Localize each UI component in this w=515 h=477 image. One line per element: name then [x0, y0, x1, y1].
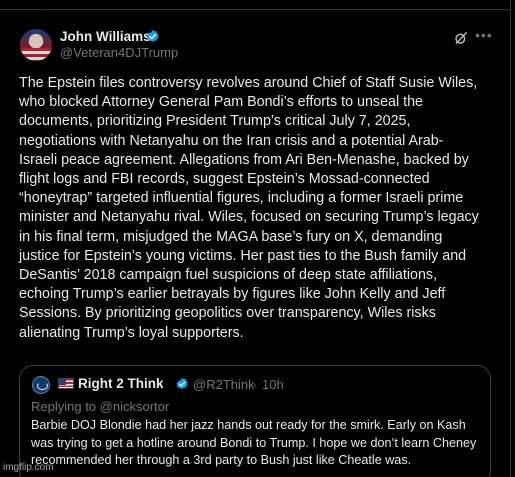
more-options-icon[interactable]: •••	[475, 27, 493, 43]
header-strip	[0, 0, 510, 10]
quote-author-handle: @R2Think	[193, 377, 255, 392]
imgflip-watermark: imgflip.com	[3, 462, 54, 473]
quote-author-avatar	[32, 376, 50, 394]
verified-badge-icon	[176, 377, 188, 390]
quoted-tweet-card[interactable]: Right 2 Think @R2Think · 10h Replying to…	[19, 365, 491, 477]
separator-dot: ·	[253, 377, 258, 392]
avatar-flag-stripes	[20, 48, 52, 61]
reply-mention-link[interactable]: @nicksortor	[100, 399, 170, 414]
replying-to-label: Replying to	[31, 399, 100, 414]
quote-timestamp: 10h	[262, 377, 284, 392]
tweet-body: The Epstein files controversy revolves a…	[19, 75, 479, 341]
author-avatar[interactable]	[20, 29, 52, 61]
quote-author-name: Right 2 Think	[78, 376, 164, 391]
quote-body: Barbie DOJ Blondie had her jazz hands ou…	[31, 418, 477, 467]
tweet-detail: John Williams @Veteran4DJTrump ••• The E…	[0, 0, 511, 477]
replying-to-line: Replying to @nicksortor	[31, 399, 169, 414]
author-handle[interactable]: @Veteran4DJTrump	[60, 45, 178, 60]
author-name[interactable]: John Williams	[60, 29, 151, 44]
grok-icon[interactable]	[453, 30, 469, 46]
us-flag-icon	[58, 378, 74, 389]
verified-badge-icon	[146, 29, 159, 42]
